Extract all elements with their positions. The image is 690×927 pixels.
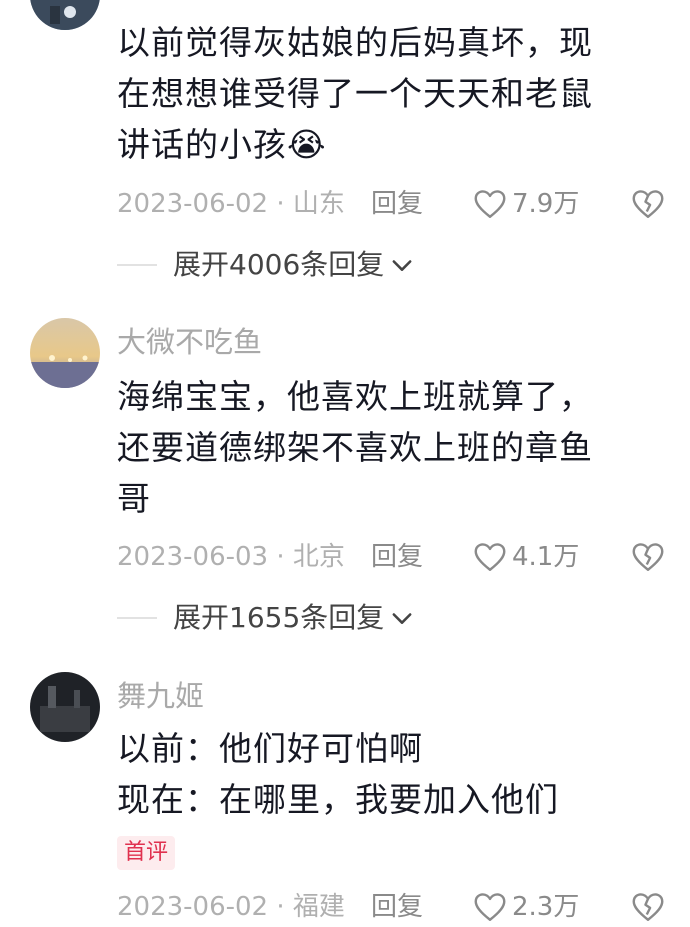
- like-button[interactable]: 7.9万: [472, 184, 579, 224]
- comment-meta: 2023-06-02 · 福建 回复 2.3万: [117, 887, 666, 927]
- chevron-down-icon: [392, 613, 412, 624]
- like-count: 4.1万: [512, 542, 580, 572]
- comment-line: 海绵宝宝，他喜欢上班就算了，: [117, 377, 593, 416]
- comment-line: 以前觉得灰姑娘的后妈真坏，现: [117, 23, 593, 62]
- divider: [117, 617, 157, 619]
- expand-replies[interactable]: 展开4006条回复: [117, 245, 416, 285]
- reply-button[interactable]: 回复: [371, 184, 423, 224]
- heart-outline-icon: [474, 190, 506, 218]
- date-location: 2023-06-03 · 北京: [117, 542, 345, 572]
- first-comment-badge: 首评: [117, 836, 176, 870]
- date-location: 2023-06-02 · 福建: [117, 892, 345, 922]
- username[interactable]: 舞九姬: [117, 678, 204, 714]
- comment-item: 以前觉得灰姑娘的后妈真坏，现 在想想谁受得了一个天天和老鼠 讲话的小孩😭 202…: [0, 0, 690, 300]
- comment-meta: 2023-06-02 · 山东 回复 7.9万: [117, 184, 666, 224]
- like-count: 2.3万: [512, 892, 580, 922]
- like-button[interactable]: 2.3万: [472, 887, 579, 927]
- comment-line: 以前：他们好可怕啊: [117, 729, 423, 768]
- expand-replies-label: 展开1655条回复: [173, 601, 385, 634]
- like-count: 7.9万: [512, 189, 580, 219]
- expand-replies-label: 展开4006条回复: [173, 248, 385, 281]
- comment-text: 以前觉得灰姑娘的后妈真坏，现 在想想谁受得了一个天天和老鼠 讲话的小孩😭: [117, 17, 650, 170]
- avatar[interactable]: [30, 318, 100, 388]
- comment-line: 讲话的小孩😭: [117, 125, 327, 164]
- like-button[interactable]: 4.1万: [472, 537, 579, 577]
- comment-text: 海绵宝宝，他喜欢上班就算了， 还要道德绑架不喜欢上班的章鱼 哥: [117, 371, 650, 524]
- date-location: 2023-06-02 · 山东: [117, 189, 345, 219]
- avatar[interactable]: [30, 672, 100, 742]
- comment-item: 大微不吃鱼 海绵宝宝，他喜欢上班就算了， 还要道德绑架不喜欢上班的章鱼 哥 20…: [0, 310, 690, 650]
- broken-heart-icon[interactable]: [630, 186, 666, 222]
- username[interactable]: 大微不吃鱼: [117, 324, 262, 360]
- avatar[interactable]: [30, 0, 100, 30]
- divider: [117, 264, 157, 266]
- expand-replies[interactable]: 展开1655条回复: [117, 598, 416, 638]
- reply-button[interactable]: 回复: [371, 537, 423, 577]
- comment-line: 在想想谁受得了一个天天和老鼠: [117, 74, 593, 113]
- comment-line: 哥: [117, 479, 151, 518]
- chevron-down-icon: [392, 260, 412, 271]
- broken-heart-icon[interactable]: [630, 539, 666, 575]
- comment-text: 以前：他们好可怕啊 现在：在哪里，我要加入他们: [117, 723, 650, 825]
- comment-line: 现在：在哪里，我要加入他们: [117, 780, 559, 819]
- heart-outline-icon: [474, 543, 506, 571]
- comment-meta: 2023-06-03 · 北京 回复 4.1万: [117, 537, 666, 577]
- reply-button[interactable]: 回复: [371, 887, 423, 927]
- comment-line: 还要道德绑架不喜欢上班的章鱼: [117, 428, 593, 467]
- comment-item: 舞九姬 以前：他们好可怕啊 现在：在哪里，我要加入他们 首评 2023-06-0…: [0, 664, 690, 922]
